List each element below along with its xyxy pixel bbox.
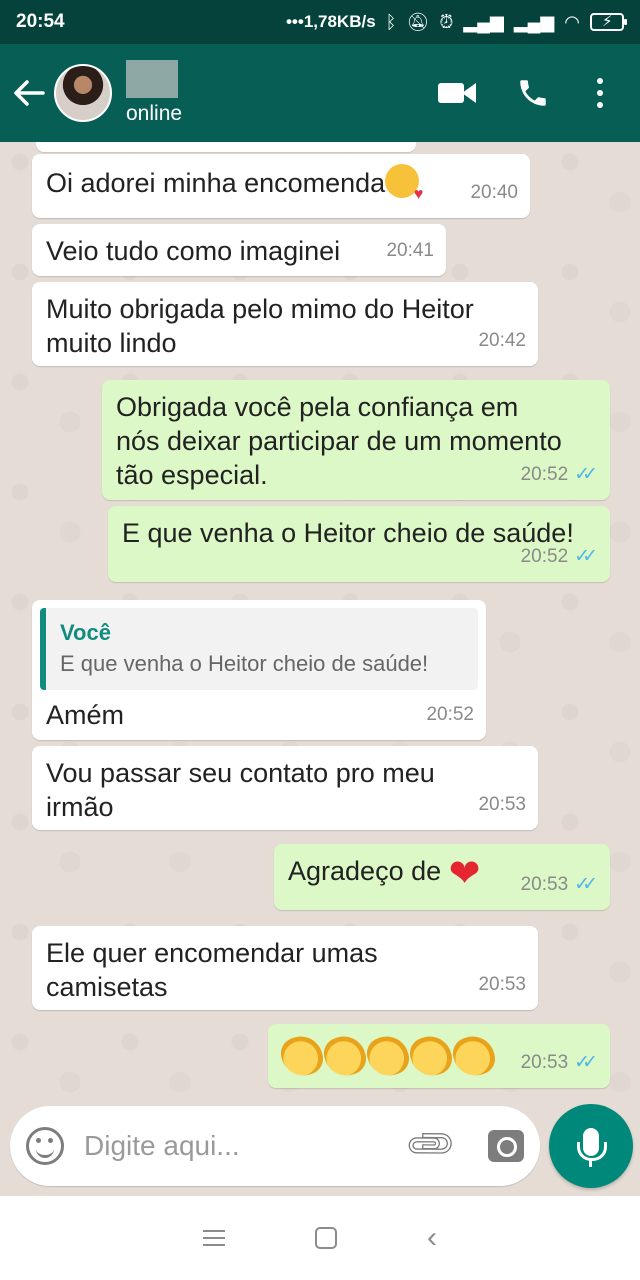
quoted-message[interactable]: Você E que venha o Heitor cheio de saúde…	[40, 608, 478, 690]
contact-avatar[interactable]	[54, 64, 112, 122]
status-bar: 20:54 •••1,78KB/s ᛒ 🔕︎ ⏰︎ ▂▄▆ ▂▄▆ ◠ ⚡︎	[0, 0, 640, 44]
message-time: 20:53	[520, 1052, 569, 1073]
read-receipt-icon: ✓✓	[574, 464, 598, 485]
video-call-icon[interactable]	[438, 81, 476, 105]
read-receipt-icon: ✓✓	[574, 1052, 598, 1073]
clapping-hands-emoji-icon	[448, 1030, 500, 1082]
kiss-emoji-icon	[385, 164, 423, 212]
recent-apps-icon[interactable]	[203, 1230, 225, 1246]
home-icon[interactable]	[315, 1227, 337, 1249]
mic-icon	[577, 1128, 607, 1167]
status-indicators: •••1,78KB/s ᛒ 🔕︎ ⏰︎ ▂▄▆ ▂▄▆ ◠ ⚡︎	[285, 11, 627, 33]
message-outgoing[interactable]: Agradeço de ❤ 20:53 ✓✓	[274, 844, 610, 910]
wifi-icon: ◠	[564, 11, 580, 32]
back-icon[interactable]: ‹	[427, 1223, 437, 1253]
clapping-hands-emoji-icon	[362, 1030, 414, 1082]
read-receipt-icon: ✓✓	[574, 546, 598, 567]
status-time: 20:54	[16, 11, 65, 32]
clapping-hands-emoji-icon	[276, 1030, 328, 1082]
message-outgoing[interactable]: E que venha o Heitor cheio de saúde! 20:…	[108, 506, 610, 582]
message-time: 20:52	[520, 546, 569, 567]
message-input[interactable]	[84, 1130, 384, 1162]
presence-status: online	[126, 102, 183, 125]
message-incoming-reply[interactable]: Você E que venha o Heitor cheio de saúde…	[32, 600, 486, 740]
quote-author: Você	[60, 620, 111, 645]
mic-button[interactable]	[549, 1104, 633, 1188]
message-incoming[interactable]: Veio tudo como imaginei 20:41	[32, 224, 446, 276]
clapping-hands-emoji-icon	[405, 1030, 457, 1082]
system-navigation-bar: ‹	[0, 1196, 640, 1280]
contact-info[interactable]: online	[126, 44, 182, 142]
quote-text: E que venha o Heitor cheio de saúde!	[60, 651, 429, 676]
signal-icon: ▂▄▆	[513, 11, 555, 32]
message-composer: 📎︎	[10, 1106, 540, 1186]
message-outgoing[interactable]: 20:53 ✓✓	[268, 1024, 610, 1088]
message-outgoing[interactable]: Obrigada você pela confiança em nós deix…	[102, 380, 610, 500]
partially-visible-message	[36, 142, 416, 152]
message-time: 20:40	[470, 182, 518, 203]
clapping-hands-emoji-icon	[319, 1030, 371, 1082]
message-time: 20:41	[386, 240, 434, 261]
signal-icon: ▂▄▆	[463, 11, 504, 32]
message-incoming[interactable]: Muito obrigada pelo mimo do Heitor muito…	[32, 282, 538, 366]
battery-charging-icon: ⚡︎	[590, 13, 627, 31]
red-heart-emoji-icon: ❤	[448, 853, 481, 895]
chat-thread[interactable]: Oi adorei minha encomenda 20:40 Veio tud…	[0, 142, 640, 1102]
message-time: 20:52	[426, 704, 474, 725]
message-time: 20:53	[520, 874, 569, 895]
phone-call-icon[interactable]	[516, 76, 550, 110]
back-arrow-icon[interactable]	[4, 44, 54, 142]
message-incoming[interactable]: Oi adorei minha encomenda 20:40	[32, 154, 530, 218]
emoji-icon[interactable]	[26, 1127, 64, 1165]
more-options-icon[interactable]	[590, 78, 610, 108]
message-time: 20:52	[520, 464, 569, 485]
message-time: 20:53	[478, 794, 526, 815]
network-speed: •••1,78KB/s	[285, 12, 376, 31]
mute-icon: 🔕︎	[406, 11, 430, 32]
message-incoming[interactable]: Vou passar seu contato pro meu irmão 20:…	[32, 746, 538, 830]
message-time: 20:53	[478, 974, 526, 995]
bluetooth-icon: ᛒ	[385, 11, 397, 32]
camera-icon[interactable]	[488, 1130, 524, 1162]
message-incoming[interactable]: Ele quer encomendar umas camisetas 20:53	[32, 926, 538, 1010]
alarm-icon: ⏰︎	[439, 11, 454, 32]
attach-icon[interactable]: 📎︎	[402, 1116, 459, 1175]
chat-header: online	[0, 44, 640, 142]
message-time: 20:42	[478, 330, 526, 351]
read-receipt-icon: ✓✓	[574, 874, 598, 895]
contact-name-redacted	[126, 60, 178, 98]
